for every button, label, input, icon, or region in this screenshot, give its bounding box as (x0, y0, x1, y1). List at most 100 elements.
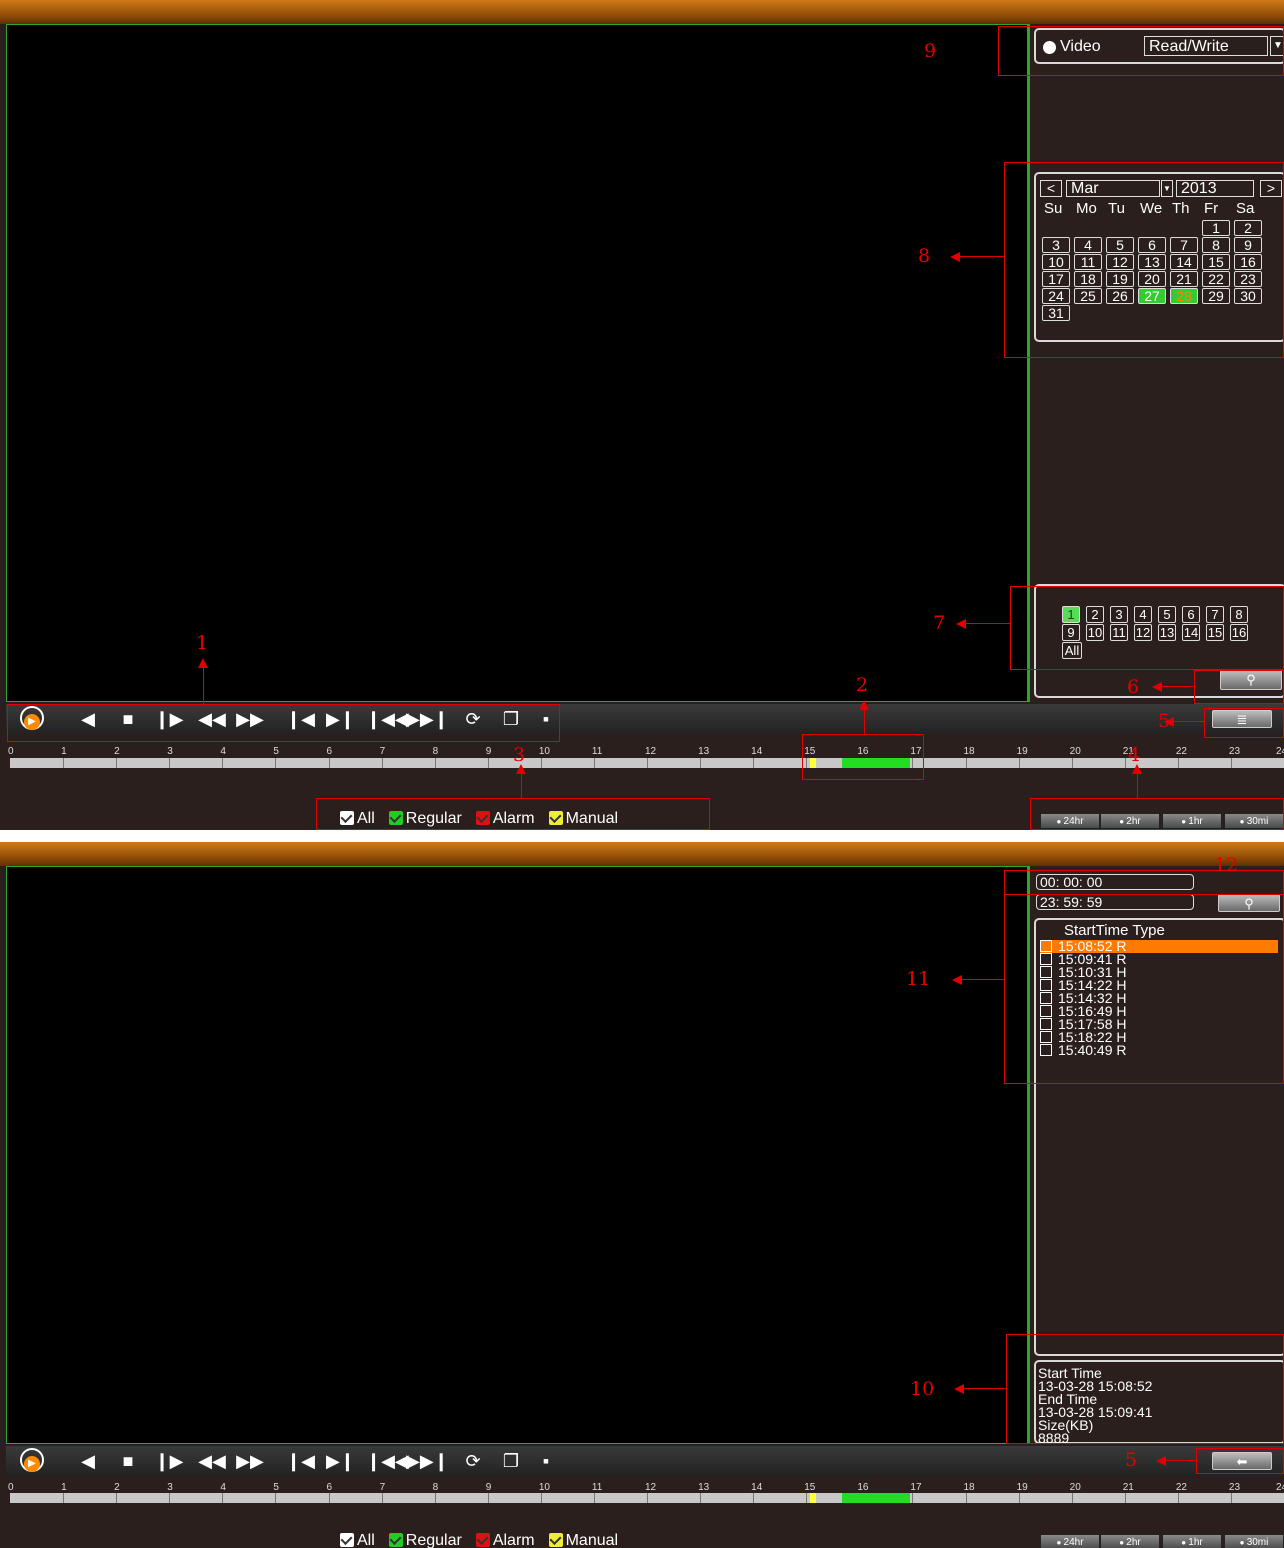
video-area[interactable] (6, 24, 1028, 702)
checkbox-icon[interactable] (1040, 979, 1052, 991)
checkbox-icon[interactable] (475, 1533, 490, 1547)
previous-file-icon[interactable]: ❙◀◀ (366, 1449, 409, 1473)
stop-icon[interactable]: ■ (114, 707, 142, 731)
file-list-button[interactable]: ≣ (1212, 710, 1272, 728)
next-file-icon[interactable]: ▶▶❙ (406, 1449, 449, 1473)
loop-icon[interactable]: ⟳ (458, 707, 488, 731)
checkbox-icon[interactable] (1040, 1031, 1052, 1043)
checkbox-icon[interactable] (388, 1533, 403, 1547)
square-icon[interactable]: ▪ (536, 1449, 556, 1473)
channel-6[interactable]: 6 (1182, 606, 1200, 623)
year-input[interactable]: 2013 (1176, 180, 1254, 197)
next-file-icon[interactable]: ▶▶❙ (406, 707, 449, 731)
calendar-day[interactable]: 25 (1074, 288, 1102, 304)
channel-3[interactable]: 3 (1110, 606, 1128, 623)
calendar-day[interactable]: 22 (1202, 271, 1230, 287)
legend-regular[interactable]: Regular (388, 810, 462, 827)
calendar-day[interactable]: 13 (1138, 254, 1166, 270)
channel-14[interactable]: 14 (1182, 624, 1200, 641)
next-frame-icon[interactable]: ▶❙ (326, 1449, 355, 1473)
zoom-2hr-button[interactable]: ● 2hr (1100, 1534, 1160, 1548)
calendar-day[interactable]: 20 (1138, 271, 1166, 287)
checkbox-icon[interactable] (475, 811, 490, 825)
calendar-day[interactable]: 28 (1170, 288, 1198, 304)
play-icon[interactable]: ▶ (20, 706, 44, 730)
rewind-icon[interactable]: ◀◀ (196, 1449, 228, 1473)
checkbox-icon[interactable] (1040, 992, 1052, 1004)
legend-all[interactable]: All (340, 810, 375, 827)
channel-9[interactable]: 9 (1062, 624, 1080, 641)
calendar-day[interactable]: 14 (1170, 254, 1198, 270)
record-segment[interactable] (842, 1493, 910, 1503)
calendar-day[interactable]: 11 (1074, 254, 1102, 270)
legend-regular[interactable]: Regular (388, 1532, 462, 1548)
calendar-day[interactable]: 17 (1042, 271, 1070, 287)
legend-alarm[interactable]: Alarm (475, 1532, 535, 1548)
calendar-day[interactable]: 12 (1106, 254, 1134, 270)
channel-12[interactable]: 12 (1134, 624, 1152, 641)
back-button[interactable]: ⬅ (1212, 1452, 1272, 1470)
slow-play-icon[interactable]: ❙▶ (154, 1449, 184, 1473)
legend-all[interactable]: All (340, 1532, 375, 1548)
calendar-day[interactable]: 2 (1234, 220, 1262, 236)
legend-manual[interactable]: Manual (548, 1532, 618, 1548)
stop-icon[interactable]: ■ (114, 1449, 142, 1473)
next-frame-icon[interactable]: ▶❙ (326, 707, 355, 731)
reverse-icon[interactable]: ◀ (76, 707, 100, 731)
search-button[interactable]: ⚲ (1218, 894, 1280, 912)
legend-manual[interactable]: Manual (548, 810, 618, 827)
zoom-30mi-button[interactable]: ● 30mi (1224, 813, 1284, 829)
calendar-day[interactable]: 6 (1138, 237, 1166, 253)
checkbox-icon[interactable] (1040, 953, 1052, 965)
previous-file-icon[interactable]: ❙◀◀ (366, 707, 409, 731)
record-segment[interactable] (815, 758, 824, 768)
start-time-input[interactable]: 00: 00: 00 (1036, 874, 1194, 890)
previous-frame-icon[interactable]: ❙◀ (286, 1449, 315, 1473)
video-area[interactable] (6, 866, 1028, 1444)
end-time-input[interactable]: 23: 59: 59 (1036, 894, 1194, 910)
checkbox-icon[interactable] (548, 1533, 563, 1547)
search-button[interactable]: ⚲ (1220, 670, 1282, 690)
file-list-row[interactable]: 15:40:49 R (1040, 1043, 1278, 1057)
calendar-day[interactable]: 3 (1042, 237, 1070, 253)
calendar-day[interactable]: 10 (1042, 254, 1070, 270)
radio-icon[interactable] (1043, 41, 1056, 54)
prev-month-button[interactable]: < (1040, 180, 1062, 197)
chevron-down-icon[interactable]: ▼ (1161, 180, 1173, 197)
legend-alarm[interactable]: Alarm (475, 810, 535, 827)
checkbox-icon[interactable] (388, 811, 403, 825)
channel-all[interactable]: All (1062, 642, 1082, 659)
record-segment[interactable] (815, 1493, 824, 1503)
month-select[interactable]: Mar (1066, 180, 1160, 197)
calendar-day[interactable]: 7 (1170, 237, 1198, 253)
channel-1[interactable]: 1 (1062, 606, 1080, 623)
channel-16[interactable]: 16 (1230, 624, 1248, 641)
reverse-icon[interactable]: ◀ (76, 1449, 100, 1473)
mode-select[interactable]: Read/Write (1144, 36, 1268, 56)
checkbox-icon[interactable] (340, 1533, 354, 1547)
fast-forward-icon[interactable]: ▶▶ (234, 707, 266, 731)
play-icon[interactable]: ▶ (20, 1448, 44, 1472)
next-month-button[interactable]: > (1260, 180, 1282, 197)
channel-11[interactable]: 11 (1110, 624, 1128, 641)
timeline-track[interactable] (10, 1493, 1284, 1503)
window-icon[interactable]: ❐ (496, 707, 526, 731)
slow-play-icon[interactable]: ❙▶ (154, 707, 184, 731)
calendar-day[interactable]: 24 (1042, 288, 1070, 304)
calendar-day[interactable]: 4 (1074, 237, 1102, 253)
checkbox-icon[interactable] (1040, 1005, 1052, 1017)
calendar-day[interactable]: 8 (1202, 237, 1230, 253)
previous-frame-icon[interactable]: ❙◀ (286, 707, 315, 731)
zoom-30mi-button[interactable]: ● 30mi (1224, 1534, 1284, 1548)
zoom-24hr-button[interactable]: ● 24hr (1040, 1534, 1100, 1548)
calendar-day[interactable]: 15 (1202, 254, 1230, 270)
checkbox-icon[interactable] (1040, 966, 1052, 978)
calendar-day[interactable]: 5 (1106, 237, 1134, 253)
calendar-day[interactable]: 1 (1202, 220, 1230, 236)
channel-2[interactable]: 2 (1086, 606, 1104, 623)
loop-icon[interactable]: ⟳ (458, 1449, 488, 1473)
calendar-day[interactable]: 29 (1202, 288, 1230, 304)
checkbox-icon[interactable] (548, 811, 563, 825)
zoom-24hr-button[interactable]: ● 24hr (1040, 813, 1100, 829)
channel-10[interactable]: 10 (1086, 624, 1104, 641)
